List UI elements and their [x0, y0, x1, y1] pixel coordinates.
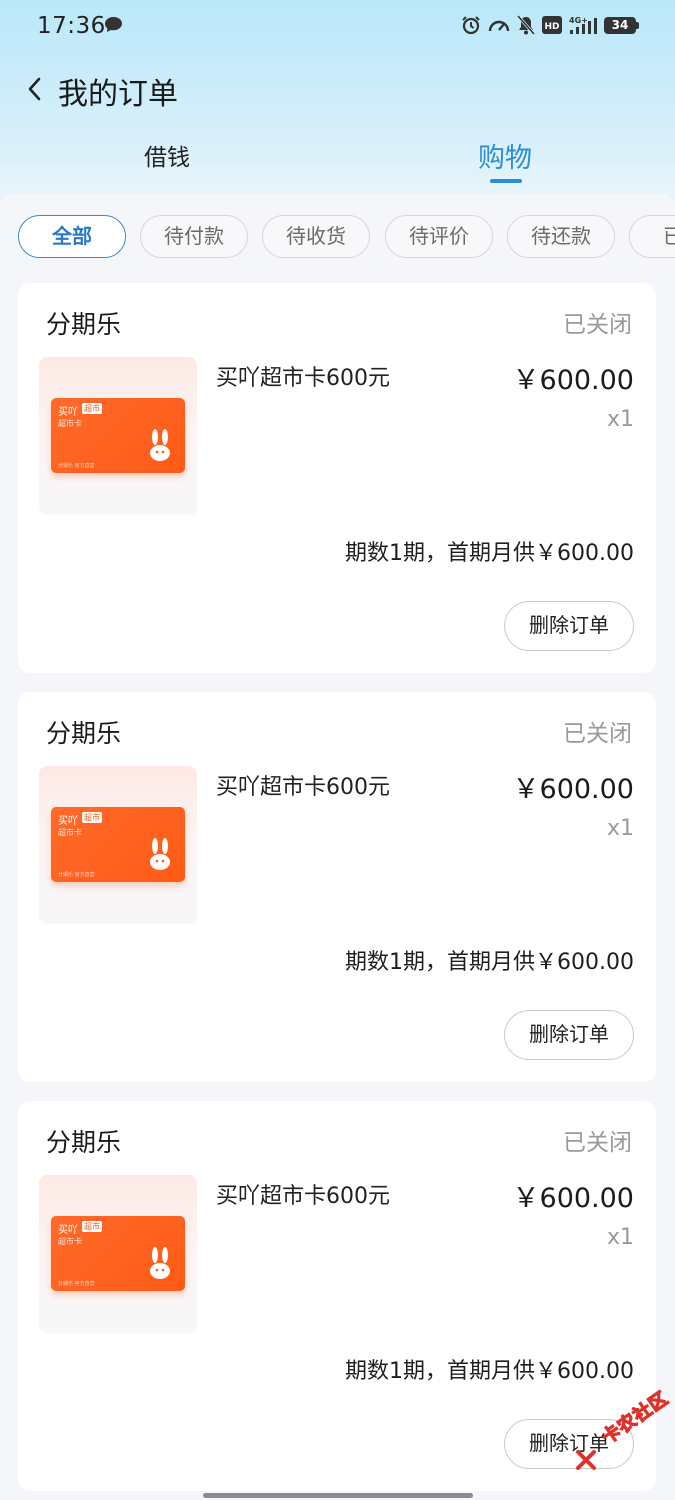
signal-icon: 4G+ — [569, 16, 597, 34]
card-subtitle: 超市卡 — [58, 1237, 82, 1246]
watermark-logo: 卡农社区 — [574, 1387, 673, 1474]
card-footer: 分期乐·官方直营 — [58, 872, 95, 878]
status-time: 17:36 — [37, 13, 106, 39]
installment-info: 期数1期，首期月供￥600.00 — [345, 950, 634, 975]
product-name: 买吖超市卡600元 — [216, 775, 390, 800]
svg-text:HD: HD — [544, 22, 559, 32]
battery-icon: 34 — [604, 16, 639, 34]
merchant-name: 分期乐 — [46, 719, 122, 748]
speedometer-icon — [488, 20, 510, 32]
status-bar: 17:36 HD 4G+ 34 — [0, 0, 675, 54]
card-brand: 买吖 — [58, 1225, 78, 1236]
product-image[interactable]: 买吖 超市 超市卡 分期乐·官方直营 — [39, 766, 197, 924]
delete-order-button[interactable]: 删除订单 — [504, 601, 634, 651]
product-quantity: x1 — [606, 407, 634, 432]
product-quantity: x1 — [606, 816, 634, 841]
tab-borrow[interactable]: 借钱 — [144, 138, 190, 172]
rabbit-logo-icon — [150, 429, 170, 461]
battery-level: 34 — [604, 16, 636, 34]
rabbit-logo-icon — [150, 838, 170, 870]
card-brand: 买吖 — [58, 407, 78, 418]
product-image[interactable]: 买吖 超市 超市卡 分期乐·官方直营 — [39, 1175, 197, 1333]
card-brand-tag: 超市 — [82, 812, 102, 823]
card-footer: 分期乐·官方直营 — [58, 1281, 95, 1287]
product-name: 买吖超市卡600元 — [216, 1184, 390, 1209]
installment-info: 期数1期，首期月供￥600.00 — [345, 1359, 634, 1384]
filter-chip-pending-receipt[interactable]: 待收货 — [262, 215, 370, 258]
back-arrow-icon[interactable] — [22, 72, 48, 106]
product-image[interactable]: 买吖 超市 超市卡 分期乐·官方直营 — [39, 357, 197, 515]
status-icons: HD 4G+ 34 — [461, 15, 639, 35]
gift-card-image: 买吖 超市 超市卡 分期乐·官方直营 — [51, 398, 185, 473]
page-header: 我的订单 — [0, 60, 675, 120]
order-status: 已关闭 — [563, 312, 632, 338]
filter-chip-pending-payment[interactable]: 待付款 — [140, 215, 248, 258]
filter-chip-pending-repayment[interactable]: 待还款 — [507, 215, 615, 258]
card-brand-tag: 超市 — [82, 403, 102, 414]
rabbit-logo-icon — [150, 1247, 170, 1279]
message-icon — [105, 16, 122, 33]
hd-icon: HD — [542, 16, 562, 34]
product-name: 买吖超市卡600元 — [216, 366, 390, 391]
product-price: ￥600.00 — [512, 1183, 634, 1214]
card-brand: 买吖 — [58, 816, 78, 827]
filter-chips: 全部 待付款 待收货 待评价 待还款 已完 — [0, 215, 675, 259]
card-subtitle: 超市卡 — [58, 828, 82, 837]
filter-chip-all[interactable]: 全部 — [18, 215, 126, 258]
product-price: ￥600.00 — [512, 774, 634, 805]
card-footer: 分期乐·官方直营 — [58, 463, 95, 469]
order-status: 已关闭 — [563, 721, 632, 747]
order-card[interactable]: 分期乐 已关闭 买吖 超市 超市卡 分期乐·官方直营 买吖超市卡600元 ￥60… — [18, 692, 656, 1082]
tab-shopping[interactable]: 购物 — [478, 136, 532, 175]
merchant-name: 分期乐 — [46, 1128, 122, 1157]
home-indicator[interactable] — [203, 1493, 473, 1498]
order-card[interactable]: 分期乐 已关闭 买吖 超市 超市卡 分期乐·官方直营 买吖超市卡600元 ￥60… — [18, 283, 656, 673]
product-quantity: x1 — [606, 1225, 634, 1250]
installment-info: 期数1期，首期月供￥600.00 — [345, 541, 634, 566]
svg-text:4G+: 4G+ — [569, 16, 588, 25]
category-tabs: 借钱 购物 — [0, 130, 675, 190]
product-price: ￥600.00 — [512, 365, 634, 396]
gift-card-image: 买吖 超市 超市卡 分期乐·官方直营 — [51, 807, 185, 882]
alarm-icon — [462, 16, 480, 35]
order-card[interactable]: 分期乐 已关闭 买吖 超市 超市卡 分期乐·官方直营 买吖超市卡600元 ￥60… — [18, 1101, 656, 1491]
watermark-icon — [576, 1450, 596, 1470]
mute-bell-icon — [517, 15, 535, 35]
delete-order-button[interactable]: 删除订单 — [504, 1010, 634, 1060]
order-status: 已关闭 — [563, 1130, 632, 1156]
page-title: 我的订单 — [58, 77, 178, 112]
filter-chip-pending-review[interactable]: 待评价 — [385, 215, 493, 258]
gift-card-image: 买吖 超市 超市卡 分期乐·官方直营 — [51, 1216, 185, 1291]
merchant-name: 分期乐 — [46, 310, 122, 339]
filter-chip-completed[interactable]: 已完 — [629, 215, 675, 258]
card-brand-tag: 超市 — [82, 1221, 102, 1232]
card-subtitle: 超市卡 — [58, 419, 82, 428]
active-tab-indicator — [490, 179, 522, 183]
